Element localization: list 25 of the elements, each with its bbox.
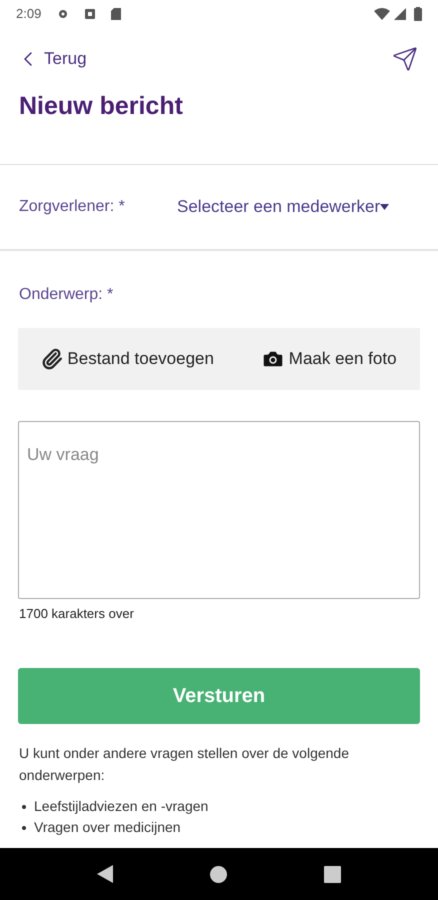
back-nav-icon[interactable]: [96, 865, 113, 883]
paperclip-icon: [41, 348, 64, 370]
bullet-icon: [22, 804, 26, 808]
sd-card-icon: [111, 8, 122, 20]
recents-nav-icon[interactable]: [324, 866, 342, 882]
topic-list-item: Leefstijladviezen en -vragen: [22, 796, 416, 817]
status-time: 2:09: [16, 5, 42, 24]
character-counter: 1700 karakters over: [18, 604, 135, 622]
send-icon[interactable]: [392, 46, 418, 72]
signal-icon: [394, 8, 406, 20]
battery-icon: [414, 7, 422, 21]
caregiver-select[interactable]: Selecteer een medewerker: [177, 194, 390, 220]
info-text: U kunt onder andere vragen stellen over de volgende onderwerpen:: [18, 744, 350, 785]
subject-label: Onderwerp: *: [18, 284, 114, 304]
wifi-icon: [374, 8, 390, 20]
question-field[interactable]: Uw vraag: [18, 420, 420, 598]
back-button[interactable]: Terug: [16, 46, 87, 72]
add-file-button[interactable]: Bestand toevoegen: [41, 346, 214, 372]
caregiver-label: Zorgverlener: *: [19, 196, 126, 216]
topic-list-item: Vragen over medicijnen: [22, 817, 416, 838]
page-title: Nieuw bericht: [18, 91, 184, 122]
dropdown-caret-icon: [380, 204, 390, 210]
bullet-icon: [22, 826, 26, 830]
home-nav-icon[interactable]: [210, 866, 227, 882]
take-photo-button[interactable]: Maak een foto: [260, 346, 397, 372]
